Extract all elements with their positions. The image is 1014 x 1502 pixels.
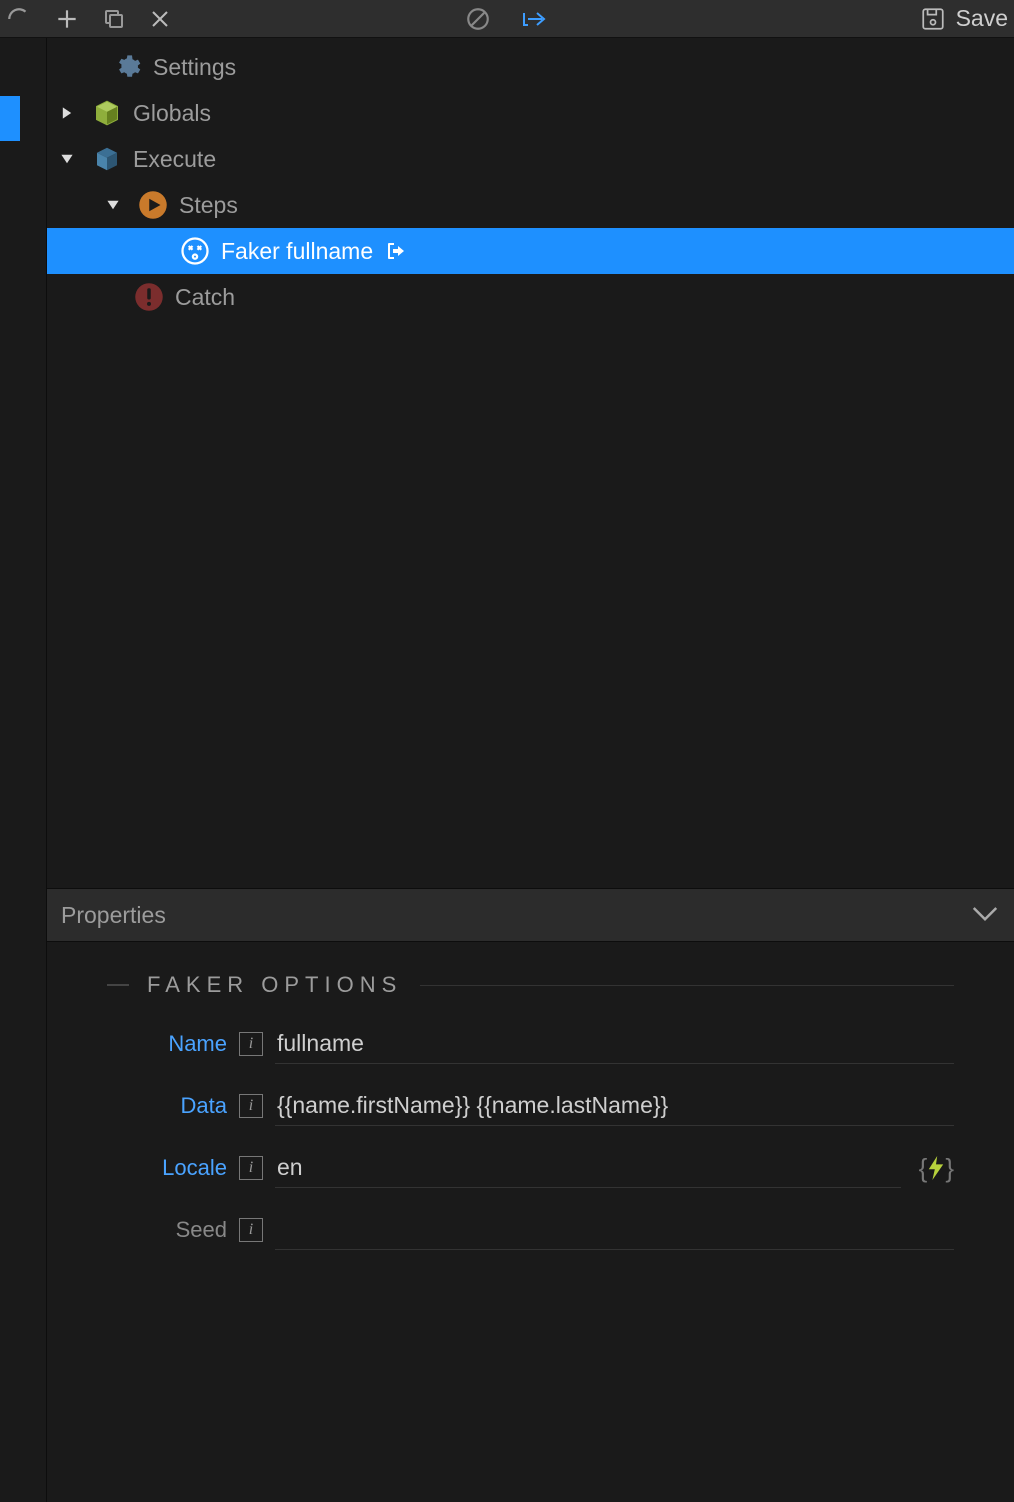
collapse-arrow-icon[interactable] — [103, 198, 123, 212]
field-label: Data — [107, 1093, 227, 1119]
left-rail-active-indicator — [0, 96, 20, 141]
info-icon[interactable]: i — [239, 1218, 263, 1242]
tree-item-label: Faker fullname — [221, 238, 373, 265]
name-input[interactable] — [275, 1026, 954, 1061]
properties-title: Properties — [61, 902, 166, 929]
tree-item-execute[interactable]: Execute — [47, 136, 1014, 182]
tree-item-steps[interactable]: Steps — [47, 182, 1014, 228]
tree-view: Settings Globals — [47, 38, 1014, 888]
properties-panel-body: FAKER OPTIONS Name i Data i — [47, 942, 1014, 1502]
tree-item-catch[interactable]: Catch — [47, 274, 1014, 320]
tree-item-globals[interactable]: Globals — [47, 90, 1014, 136]
copy-icon[interactable] — [102, 7, 126, 31]
field-row-locale: Locale i { } — [107, 1148, 954, 1188]
expression-picker-icon[interactable]: { } — [919, 1153, 954, 1184]
tree-item-label: Catch — [175, 284, 235, 311]
field-label: Name — [107, 1031, 227, 1057]
tree-item-label: Execute — [133, 146, 216, 173]
tree-item-faker-fullname[interactable]: Faker fullname — [47, 228, 1014, 274]
tree-item-label: Globals — [133, 100, 211, 127]
export-arrow-icon[interactable] — [519, 6, 549, 32]
plus-icon[interactable] — [54, 6, 80, 32]
info-icon[interactable]: i — [239, 1094, 263, 1118]
properties-panel-header[interactable]: Properties — [47, 888, 1014, 942]
play-circle-icon — [135, 190, 171, 220]
field-row-seed: Seed i — [107, 1210, 954, 1250]
refresh-icon[interactable] — [6, 6, 32, 32]
field-label: Locale — [107, 1155, 227, 1181]
close-icon[interactable] — [148, 7, 172, 31]
collapse-arrow-icon[interactable] — [57, 152, 77, 166]
info-icon[interactable]: i — [239, 1156, 263, 1180]
save-icon — [920, 6, 946, 32]
box-icon — [89, 98, 125, 128]
tree-item-label: Settings — [153, 54, 236, 81]
tree-item-settings[interactable]: Settings — [47, 44, 1014, 90]
tree-item-label: Steps — [179, 192, 238, 219]
seed-input[interactable] — [275, 1212, 954, 1247]
info-icon[interactable]: i — [239, 1032, 263, 1056]
face-dizzy-icon — [177, 236, 213, 266]
locale-input[interactable] — [275, 1150, 901, 1185]
left-rail — [0, 38, 47, 1502]
data-input[interactable] — [275, 1088, 954, 1123]
error-circle-icon — [131, 282, 167, 312]
save-button[interactable]: Save — [920, 5, 1008, 32]
cancel-circle-icon[interactable] — [465, 6, 491, 32]
section-header: FAKER OPTIONS — [107, 972, 954, 998]
field-row-name: Name i — [107, 1024, 954, 1064]
chevron-down-icon — [970, 902, 1000, 929]
box-icon — [89, 144, 125, 174]
sign-out-icon — [383, 239, 409, 263]
top-toolbar: Save — [0, 0, 1014, 38]
save-label: Save — [956, 5, 1008, 32]
field-label: Seed — [107, 1217, 227, 1243]
gear-icon — [109, 53, 145, 81]
field-row-data: Data i — [107, 1086, 954, 1126]
section-title: FAKER OPTIONS — [147, 972, 402, 998]
expand-arrow-icon[interactable] — [57, 106, 77, 120]
